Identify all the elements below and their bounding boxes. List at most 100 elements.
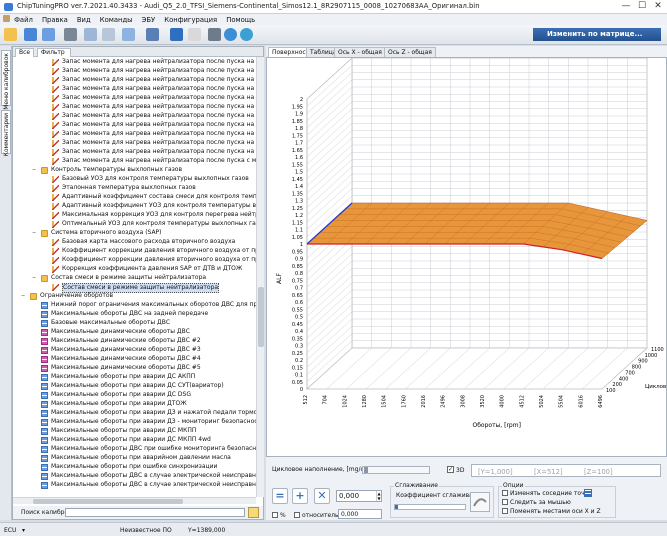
menu-file[interactable]: Файл (14, 16, 33, 24)
tree-item[interactable]: Запас момента для нагрева нейтрализатора… (13, 67, 256, 75)
tree-item[interactable]: Запас момента для нагрева нейтрализатора… (13, 85, 256, 93)
search-input[interactable] (65, 508, 245, 517)
tree-item[interactable]: Состав смеси в режиме защиты нейтрализат… (13, 283, 256, 293)
tree-item[interactable]: Базовый УОЗ для контроля температуры вых… (13, 175, 256, 183)
tree-item[interactable]: Запас момента для нагрева нейтрализатора… (13, 148, 256, 156)
tab-all[interactable]: Все (15, 48, 35, 57)
relative-checkbox[interactable] (294, 512, 300, 518)
app-menu-icon[interactable] (3, 15, 10, 22)
equals-button[interactable]: = (272, 488, 288, 504)
print-icon[interactable] (64, 28, 77, 41)
tree-item[interactable]: Максимальные обороты при аварии ДС МКПП (13, 427, 256, 435)
toggle-3d-checkbox[interactable]: ✓ (447, 466, 454, 473)
tree-item[interactable]: Максимальные динамические обороты ДВС #2 (13, 337, 256, 345)
tab-comments[interactable]: Комментарии (1, 110, 11, 156)
tree-item[interactable]: Максимальная коррекция УОЗ для контроля … (13, 211, 256, 219)
tree-item[interactable]: Запас момента для нагрева нейтрализатора… (13, 130, 256, 138)
swap-axes-checkbox[interactable] (502, 508, 508, 514)
maximize-button[interactable]: ☐ (634, 0, 650, 13)
tree-item[interactable]: Запас момента для нагрева нейтрализатора… (13, 58, 256, 66)
menu-commands[interactable]: Команды (100, 16, 133, 24)
export-icon[interactable] (170, 28, 183, 41)
tree-item[interactable]: Адаптивный коэффициент состава смеси для… (13, 193, 256, 201)
tree-item[interactable]: Максимальные обороты ДВС при ошибке мони… (13, 445, 256, 453)
follow-mouse-checkbox[interactable] (502, 499, 508, 505)
save-as-icon[interactable] (42, 28, 55, 41)
fill-slider[interactable] (362, 466, 430, 474)
tree-item[interactable]: Максимальные обороты при аварии ДС АКПП (13, 373, 256, 381)
percent-checkbox[interactable] (272, 512, 278, 518)
spin-arrows[interactable]: ▲ ▼ (376, 491, 381, 501)
fill-slider-knob[interactable] (364, 467, 368, 473)
menu-view[interactable]: Вид (77, 16, 91, 24)
tree-item[interactable]: Максимальные динамические обороты ДВС (13, 328, 256, 336)
tree-item[interactable]: − Система вторичного воздуха (SAP) (13, 229, 256, 237)
tree-item[interactable]: Эталонная температура выхлопных газов (13, 184, 256, 192)
relative-value-input[interactable]: 0,000 (338, 509, 382, 519)
tree-item[interactable]: − Контроль температуры выхлопных газов (13, 166, 256, 174)
scroll-thumb[interactable] (33, 499, 183, 504)
tree-item[interactable]: Максимальные обороты ДВС в случае электр… (13, 472, 256, 480)
neighbors-checkbox[interactable] (502, 490, 508, 496)
change-by-matrix-button[interactable]: Изменить по матрице... (533, 28, 661, 41)
menu-ecu[interactable]: ЭБУ (142, 16, 156, 24)
tab-filter[interactable]: Фильтр (37, 48, 71, 57)
paste-icon[interactable] (102, 28, 115, 41)
tree-expander[interactable]: − (32, 168, 37, 173)
tree-item[interactable]: Максимальные обороты при аварии ДЗ и наж… (13, 409, 256, 417)
plus-button[interactable]: + (292, 488, 308, 504)
tree-item[interactable]: Базовая карта массового расхода вторично… (13, 238, 256, 246)
minimize-button[interactable]: — (618, 0, 634, 13)
smoothing-slider[interactable] (394, 504, 466, 510)
tree-item[interactable]: Максимальные обороты при аварии ДС МКПП … (13, 436, 256, 444)
smooth-apply-button[interactable] (470, 492, 490, 512)
tree-item[interactable]: Коэффициент коррекции давления вторичног… (13, 247, 256, 255)
tree-item[interactable]: Оптимальный УОЗ для контроля температуры… (13, 220, 256, 228)
tree-item[interactable]: Запас момента для нагрева нейтрализатора… (13, 94, 256, 102)
menu-configuration[interactable]: Конфигурация (164, 16, 217, 24)
tree-item[interactable]: Максимальные обороты при аварии ДТОЖ (13, 400, 256, 408)
tree-item[interactable]: Запас момента для нагрева нейтрализатора… (13, 121, 256, 129)
scroll-thumb[interactable] (258, 287, 264, 347)
grid-icon[interactable] (584, 489, 592, 497)
tools-icon[interactable] (208, 28, 221, 41)
status-dropdown[interactable]: ▾ (22, 527, 25, 534)
tree-item[interactable]: Максимальные обороты ДВС в случае электр… (13, 481, 256, 489)
tab-axis-z[interactable]: Ось Z - общая (384, 47, 436, 57)
tree-item[interactable]: Максимальные обороты при ошибке синхрони… (13, 463, 256, 471)
tree-item[interactable]: − Состав смеси в режиме защиты нейтрализа… (13, 274, 256, 282)
close-button[interactable]: ✕ (650, 0, 666, 13)
save-icon[interactable] (24, 28, 37, 41)
tree-item[interactable]: Максимальные динамические обороты ДВС #3 (13, 346, 256, 354)
tree-item[interactable]: Запас момента для нагрева нейтрализатора… (13, 112, 256, 120)
tree-item[interactable]: Максимальные динамические обороты ДВС #4 (13, 355, 256, 363)
folder-open-icon[interactable] (4, 28, 17, 41)
tree-item[interactable]: Максимальные обороты при аварии ДС DSG (13, 391, 256, 399)
tree-item[interactable]: Максимальные обороты ДВС на задней перед… (13, 310, 256, 318)
value-input[interactable]: 0,000 ▲ ▼ (336, 490, 382, 502)
tree-item[interactable]: Запас момента для нагрева нейтрализатора… (13, 139, 256, 147)
tab-calibration-menu[interactable]: Меню калибровок (1, 50, 11, 110)
tree-item[interactable]: Максимальные обороты при аварии ДС СУТ(в… (13, 382, 256, 390)
tree-item[interactable]: Запас момента для нагрева нейтрализатора… (13, 103, 256, 111)
surface-chart[interactable]: Состав смеси в режиме защиты нейтрализат… (266, 57, 667, 457)
tree-expander[interactable]: − (32, 231, 37, 236)
help-icon[interactable] (224, 28, 237, 41)
tree-expander[interactable]: − (21, 294, 26, 299)
tree-item[interactable]: Максимальные динамические обороты ДВС #5 (13, 364, 256, 372)
tree-vertical-scrollbar[interactable] (256, 57, 264, 497)
tree-item[interactable]: Базовые максимальные обороты ДВС (13, 319, 256, 327)
bookmark-icon[interactable] (188, 28, 201, 41)
tree-item[interactable]: Коэффициент коррекции давления вторичног… (13, 256, 256, 264)
menu-help[interactable]: Помощь (226, 16, 255, 24)
tree-item[interactable]: Максимальные обороты при аварии ДЗ - мон… (13, 418, 256, 426)
tree-expander[interactable]: − (32, 276, 37, 281)
menu-edit[interactable]: Правка (42, 16, 68, 24)
copy-icon[interactable] (84, 28, 97, 41)
tree-horizontal-scrollbar[interactable] (13, 497, 256, 504)
tree-item[interactable]: − Ограничение оборотов (13, 292, 256, 300)
info-icon[interactable] (240, 28, 253, 41)
smoothing-slider-knob[interactable] (395, 505, 398, 509)
tree-item[interactable]: Максимальные обороты при аварийном давле… (13, 454, 256, 462)
tree-item[interactable]: Запас момента для нагрева нейтрализатора… (13, 157, 256, 165)
